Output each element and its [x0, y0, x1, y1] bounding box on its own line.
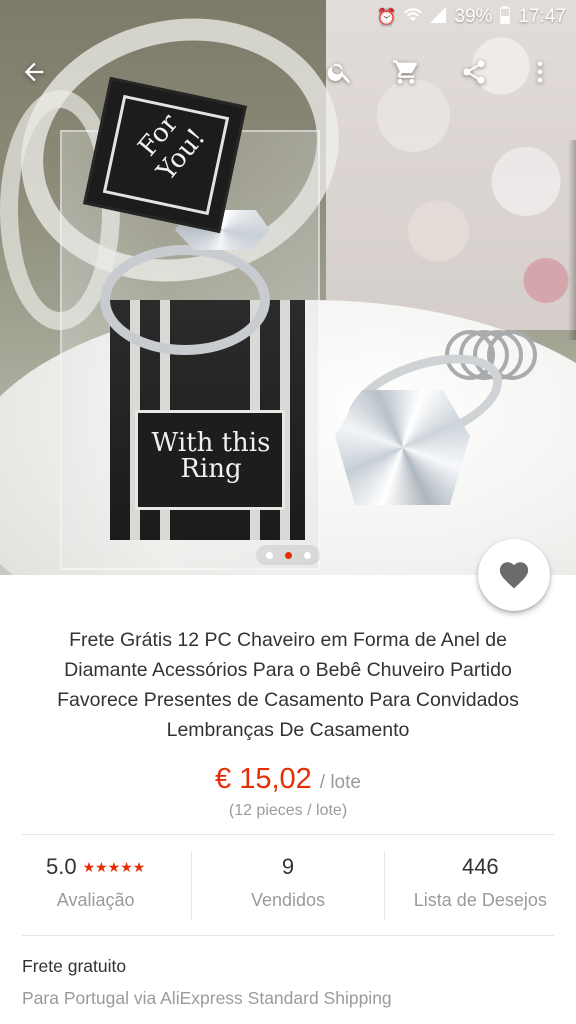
toolbar: [0, 48, 576, 98]
shipping-title[interactable]: Frete gratuito: [22, 956, 126, 977]
rating-stars-icon: ★★★★★: [82, 858, 146, 875]
cart-icon: [393, 60, 418, 84]
box-label-text: With this Ring: [151, 428, 271, 484]
signal-icon: [430, 6, 447, 28]
rating-stat[interactable]: 5.0 ★★★★★ Avaliação: [0, 850, 191, 920]
status-bar: ⏰ 39% 17:47: [0, 0, 576, 34]
rating-label: Avaliação: [56, 890, 135, 910]
alarm-icon: ⏰: [376, 9, 397, 26]
price-unit: / lote: [319, 772, 361, 793]
arrow-back-icon: [24, 62, 44, 82]
battery-icon: [499, 5, 512, 29]
orders-stat: 9 Vendidos: [192, 850, 383, 920]
more-options-button[interactable]: [516, 48, 564, 96]
add-to-wishlist-button[interactable]: [478, 539, 550, 611]
more-vert-icon: [537, 61, 543, 83]
pager-dot[interactable]: [265, 551, 273, 559]
wishlist-value: 446: [461, 854, 499, 879]
image-edge-shadow: [568, 140, 576, 340]
search-button[interactable]: [316, 48, 364, 96]
divider: [22, 834, 554, 835]
battery-level: 39%: [454, 6, 493, 27]
heart-icon: [499, 562, 529, 589]
product-price: € 15,02: [215, 763, 312, 795]
pager-dot[interactable]: [303, 551, 311, 559]
share-button[interactable]: [450, 48, 498, 96]
wifi-icon: [404, 7, 423, 28]
price-row: € 15,02 / lote: [0, 763, 576, 796]
shipping-method[interactable]: Para Portugal via AliExpress Standard Sh…: [22, 988, 392, 1009]
image-pager: [256, 545, 320, 565]
ring-band: [100, 245, 270, 355]
pager-dot-active[interactable]: [284, 551, 292, 559]
sold-value: 9: [281, 854, 295, 879]
wishlist-stat[interactable]: 446 Lista de Desejos: [385, 850, 576, 920]
sold-label: Vendidos: [250, 890, 326, 910]
back-button[interactable]: [10, 48, 58, 96]
pieces-per-lot: (12 pieces / lote): [228, 802, 348, 819]
cart-button[interactable]: [382, 48, 430, 96]
search-icon: [327, 63, 351, 84]
divider: [22, 935, 554, 936]
product-title: Frete Grátis 12 PC Chaveiro em Forma de …: [57, 629, 519, 741]
wishlist-label: Lista de Desejos: [413, 890, 547, 910]
rating-value: 5.0: [45, 854, 77, 879]
keychain-diamond: [335, 390, 470, 505]
product-stats: 5.0 ★★★★★ Avaliação 9 Vendidos 446 Lista…: [0, 850, 576, 920]
clock: 17:47: [518, 6, 566, 27]
share-icon: [463, 60, 485, 84]
